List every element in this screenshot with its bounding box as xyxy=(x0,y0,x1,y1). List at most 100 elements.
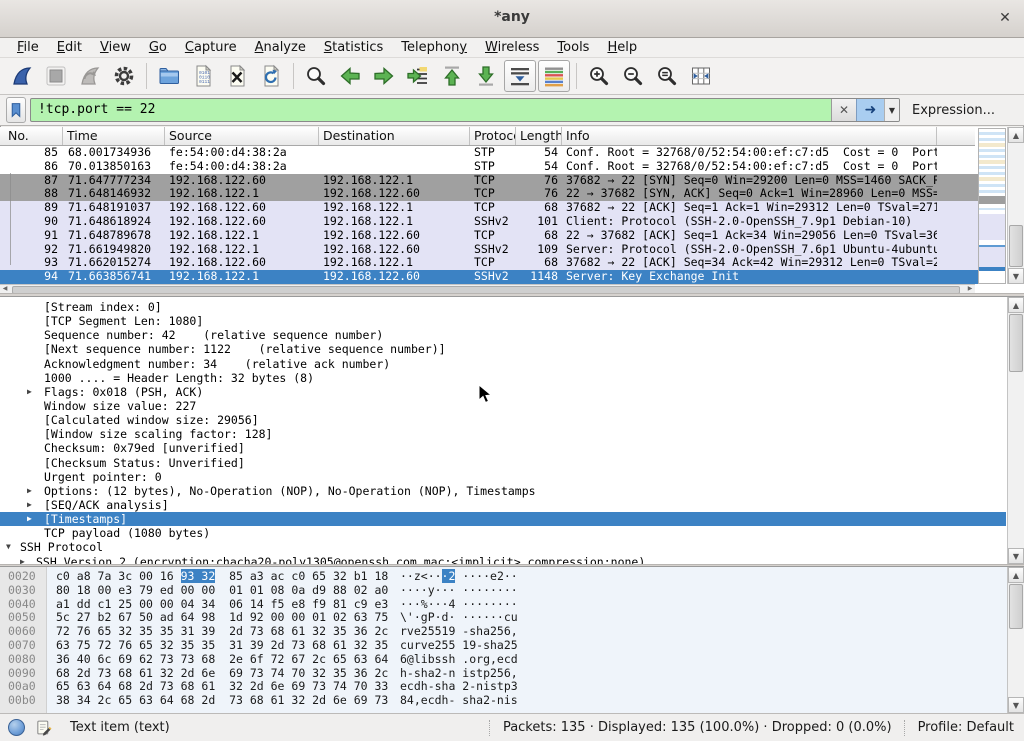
expand-icon[interactable]: ▶ xyxy=(27,498,32,512)
hex-row-0040[interactable]: 0040a1 dd c1 25 00 00 04 34 06 14 f5 e8 … xyxy=(0,598,1006,612)
go-last-button[interactable] xyxy=(470,60,502,92)
packet-row-93[interactable]: 9371.662015274192.168.122.60192.168.122.… xyxy=(0,256,978,270)
go-forward-button[interactable] xyxy=(368,60,400,92)
intelligent-scrollbar-minimap[interactable] xyxy=(978,128,1006,284)
detail-line[interactable]: [TCP Segment Len: 1080] xyxy=(0,314,1006,328)
menu-statistics[interactable]: Statistics xyxy=(315,38,392,58)
expand-icon[interactable]: ▶ xyxy=(27,385,32,399)
hex-row-00a0[interactable]: 00a065 63 64 68 2d 73 68 61 32 2d 6e 69 … xyxy=(0,680,1006,694)
close-file-button[interactable] xyxy=(221,60,253,92)
filter-bookmark-button[interactable] xyxy=(6,97,26,123)
auto-scroll-button[interactable] xyxy=(504,60,536,92)
menu-go[interactable]: Go xyxy=(140,38,176,58)
go-to-packet-button[interactable] xyxy=(402,60,434,92)
scroll-thumb[interactable] xyxy=(1009,225,1023,267)
scroll-down-icon[interactable]: ▼ xyxy=(1008,268,1024,284)
save-file-button[interactable]: 010101100111 xyxy=(187,60,219,92)
filter-dropdown-icon[interactable]: ▼ xyxy=(884,99,899,121)
hex-vscrollbar[interactable]: ▲ ▼ xyxy=(1007,567,1024,713)
close-icon[interactable]: ✕ xyxy=(996,9,1014,27)
menu-telephony[interactable]: Telephony xyxy=(392,38,476,58)
column-header-info[interactable]: Info xyxy=(562,127,937,145)
detail-line[interactable]: ▶SSH Version 2 (encryption:chacha20-poly… xyxy=(0,555,1006,564)
expand-icon[interactable]: ▶ xyxy=(20,555,25,564)
stop-capture-button[interactable] xyxy=(40,60,72,92)
detail-line[interactable]: Window size value: 227 xyxy=(0,399,1006,413)
detail-vscrollbar[interactable]: ▲ ▼ xyxy=(1007,297,1024,564)
scroll-up-icon[interactable]: ▲ xyxy=(1008,297,1024,313)
expert-info-icon[interactable] xyxy=(8,719,25,736)
hex-row-0080[interactable]: 008036 40 6c 69 62 73 73 68 2e 6f 72 67 … xyxy=(0,653,1006,667)
collapse-icon[interactable]: ▼ xyxy=(6,540,11,554)
filter-clear-icon[interactable]: ✕ xyxy=(831,99,856,121)
scroll-down-icon[interactable]: ▼ xyxy=(1008,697,1024,713)
profile-button[interactable]: Profile: Default xyxy=(918,720,1014,735)
find-packet-button[interactable] xyxy=(300,60,332,92)
zoom-original-button[interactable] xyxy=(651,60,683,92)
column-header-no[interactable]: No. xyxy=(0,127,63,145)
zoom-out-button[interactable] xyxy=(617,60,649,92)
detail-line[interactable]: Urgent pointer: 0 xyxy=(0,470,1006,484)
detail-line[interactable]: TCP payload (1080 bytes) xyxy=(0,526,1006,540)
scroll-down-icon[interactable]: ▼ xyxy=(1008,548,1024,564)
go-back-button[interactable] xyxy=(334,60,366,92)
packet-row-94[interactable]: 9471.663856741192.168.122.1192.168.122.6… xyxy=(0,270,978,284)
detail-line[interactable]: [Checksum Status: Unverified] xyxy=(0,456,1006,470)
detail-line[interactable]: ▶Options: (12 bytes), No-Operation (NOP)… xyxy=(0,484,1006,498)
menu-file[interactable]: File xyxy=(8,38,48,58)
packet-list-hscrollbar[interactable]: ◀ ▶ xyxy=(0,284,975,293)
packet-row-89[interactable]: 8971.648191037192.168.122.60192.168.122.… xyxy=(0,201,978,215)
scroll-thumb[interactable] xyxy=(1009,314,1023,372)
hex-row-0030[interactable]: 003080 18 00 e3 79 ed 00 00 01 01 08 0a … xyxy=(0,584,1006,598)
packet-row-87[interactable]: 8771.647777234192.168.122.60192.168.122.… xyxy=(0,174,978,188)
column-header-time[interactable]: Time xyxy=(63,127,165,145)
hex-row-0020[interactable]: 0020c0 a8 7a 3c 00 16 93 32 85 a3 ac c0 … xyxy=(0,570,1006,584)
packet-row-86[interactable]: 8670.013850163fe:54:00:d4:38:2aSTP54Conf… xyxy=(0,160,978,174)
expression-button[interactable]: Expression... xyxy=(912,103,995,118)
scroll-left-icon[interactable]: ◀ xyxy=(0,285,10,293)
detail-line[interactable]: Checksum: 0x79ed [unverified] xyxy=(0,441,1006,455)
resize-columns-button[interactable] xyxy=(685,60,717,92)
zoom-in-button[interactable] xyxy=(583,60,615,92)
scroll-up-icon[interactable]: ▲ xyxy=(1008,567,1024,583)
detail-line[interactable]: [Stream index: 0] xyxy=(0,300,1006,314)
packet-list-vscrollbar[interactable]: ▲ ▼ xyxy=(1007,127,1024,284)
column-header-destination[interactable]: Destination xyxy=(319,127,470,145)
detail-line[interactable]: Sequence number: 42 (relative sequence n… xyxy=(0,328,1006,342)
column-header-source[interactable]: Source xyxy=(165,127,319,145)
start-capture-button[interactable] xyxy=(6,60,38,92)
detail-line[interactable]: [Next sequence number: 1122 (relative se… xyxy=(0,342,1006,356)
detail-line[interactable]: ▶[SEQ/ACK analysis] xyxy=(0,498,1006,512)
reload-file-button[interactable] xyxy=(255,60,287,92)
menu-edit[interactable]: Edit xyxy=(48,38,91,58)
detail-line[interactable]: ▶[Timestamps] xyxy=(0,512,1006,526)
expand-icon[interactable]: ▶ xyxy=(27,512,32,526)
packet-row-92[interactable]: 9271.661949820192.168.122.1192.168.122.6… xyxy=(0,243,978,257)
packet-row-90[interactable]: 9071.648618924192.168.122.60192.168.122.… xyxy=(0,215,978,229)
detail-line[interactable]: ▼SSH Protocol xyxy=(0,540,1006,554)
menu-capture[interactable]: Capture xyxy=(176,38,246,58)
colorize-button[interactable] xyxy=(538,60,570,92)
menu-analyze[interactable]: Analyze xyxy=(246,38,315,58)
capture-options-button[interactable] xyxy=(108,60,140,92)
hex-row-0060[interactable]: 006072 76 65 32 35 35 31 39 2d 73 68 61 … xyxy=(0,625,1006,639)
add-filter-button[interactable]: + xyxy=(1019,101,1024,120)
scroll-thumb[interactable] xyxy=(1009,584,1023,629)
detail-line[interactable]: [Calculated window size: 29056] xyxy=(0,413,1006,427)
menu-help[interactable]: Help xyxy=(598,38,646,58)
detail-line[interactable]: [Window size scaling factor: 128] xyxy=(0,427,1006,441)
hex-row-0050[interactable]: 00505c 27 b2 67 50 ad 64 98 1d 92 00 00 … xyxy=(0,611,1006,625)
detail-line[interactable]: ▶Flags: 0x018 (PSH, ACK) xyxy=(0,385,1006,399)
go-first-button[interactable] xyxy=(436,60,468,92)
hex-row-00b0[interactable]: 00b038 34 2c 65 63 64 68 2d 73 68 61 32 … xyxy=(0,694,1006,708)
packet-row-85[interactable]: 8568.001734936fe:54:00:d4:38:2aSTP54Conf… xyxy=(0,146,978,160)
capture-comment-icon[interactable] xyxy=(35,719,52,736)
menu-wireless[interactable]: Wireless xyxy=(476,38,548,58)
expand-icon[interactable]: ▶ xyxy=(27,484,32,498)
detail-line[interactable]: Acknowledgment number: 34 (relative ack … xyxy=(0,357,1006,371)
packet-row-91[interactable]: 9171.648789678192.168.122.1192.168.122.6… xyxy=(0,229,978,243)
scroll-up-icon[interactable]: ▲ xyxy=(1008,127,1024,143)
column-header-protocol[interactable]: Protocol xyxy=(470,127,516,145)
scroll-right-icon[interactable]: ▶ xyxy=(965,285,975,293)
restart-capture-button[interactable] xyxy=(74,60,106,92)
